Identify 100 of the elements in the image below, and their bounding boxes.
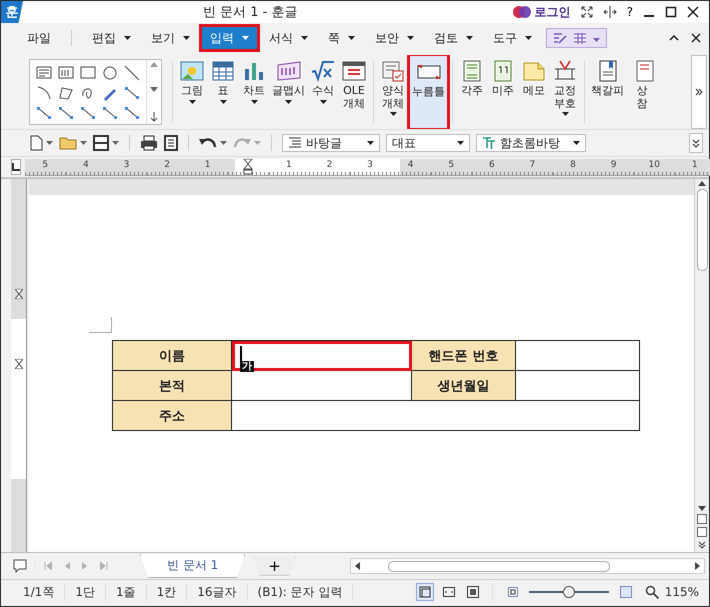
ribbon-button[interactable]: 그림 (177, 55, 207, 129)
shape-tool-icon[interactable] (57, 104, 75, 122)
style-dropdown[interactable]: 바탕글 (282, 134, 380, 152)
indent-marker-icon (14, 359, 22, 369)
input-cell[interactable] (516, 340, 640, 370)
shape-tool-icon[interactable] (35, 104, 53, 122)
menu-tab[interactable]: 검토 (426, 27, 481, 49)
indent-marker-icon[interactable] (243, 158, 254, 174)
menu-tab[interactable]: 파일 (19, 27, 59, 49)
shape-tool-icon[interactable] (79, 104, 97, 122)
ribbon-button[interactable]: 교정 부호 (550, 55, 580, 129)
menu-tab[interactable]: 서식 (261, 27, 316, 49)
scroll-right-icon[interactable] (695, 562, 700, 570)
paragraph-lines-icon (288, 137, 302, 149)
view-mode-button[interactable] (416, 583, 434, 601)
input-cell[interactable] (232, 400, 640, 430)
shape-tool-icon[interactable] (123, 84, 141, 102)
caret-icon (457, 141, 464, 145)
page-view-icon (466, 585, 480, 599)
help-button[interactable]: ? (626, 5, 633, 19)
status-text: 16글자 (187, 584, 248, 600)
ribbon-button[interactable]: OLE 개체 (339, 55, 369, 129)
ribbon-button[interactable]: 차트 (239, 55, 269, 129)
scrollbar-thumb[interactable] (388, 560, 610, 572)
expand-down-icon[interactable] (150, 112, 158, 122)
login-button[interactable]: 로그인 (512, 4, 571, 20)
outline-dropdown[interactable]: 대표 (386, 134, 470, 152)
add-tab-button[interactable]: + (253, 556, 296, 576)
scrollbar-thumb[interactable] (696, 189, 708, 271)
ribbon-button[interactable]: 표 (208, 55, 238, 129)
zoom-percent: 115% (664, 585, 700, 599)
page-icon[interactable] (697, 527, 707, 537)
ribbon-button[interactable]: 각주 (457, 55, 487, 129)
undo-icon[interactable] (199, 136, 217, 150)
menu-tab[interactable]: 입력 (202, 27, 257, 49)
menu-tab[interactable]: 보안 (367, 27, 422, 49)
maximize-icon[interactable] (665, 6, 677, 18)
page-down-icon[interactable] (697, 540, 707, 550)
ole-icon (341, 59, 367, 83)
new-document-icon[interactable] (29, 135, 43, 151)
document-tab[interactable]: 빈 문서 1 (140, 554, 246, 578)
shape-tool-icon[interactable] (101, 104, 119, 122)
ribbon-button[interactable]: 미주 (488, 55, 518, 129)
field-label: 핸드폰 번호 (428, 348, 498, 364)
memo-icon[interactable] (13, 559, 27, 573)
zoom-slider-thumb[interactable] (562, 586, 575, 598)
scroll-up-icon[interactable] (698, 181, 706, 186)
ruler-number: 8 (552, 158, 594, 174)
menu-tab[interactable]: 보기 (143, 27, 198, 49)
ribbon-button[interactable]: 글맵시 (270, 55, 307, 129)
vertical-scrollbar[interactable] (694, 179, 709, 552)
horizontal-scrollbar[interactable] (350, 558, 705, 574)
collapse-icon[interactable] (669, 33, 679, 41)
save-icon[interactable] (93, 135, 109, 151)
page-view-icon (418, 585, 432, 599)
tab-stop-button[interactable] (11, 159, 21, 175)
indent-marker-icon (14, 289, 22, 299)
ribbon-button[interactable]: 수식 (308, 55, 338, 129)
double-chevron-down-icon (692, 138, 700, 148)
font-icon (482, 137, 496, 149)
close-icon[interactable] (691, 33, 701, 43)
ruler-number: 2 (146, 158, 188, 174)
scroll-left-icon[interactable] (355, 562, 360, 570)
pen-lines-icon[interactable] (553, 32, 567, 44)
field-label: 이름 (159, 348, 185, 364)
ribbon-button[interactable]: 메모 (519, 55, 549, 129)
ribbon-button[interactable]: 책갈피 (589, 55, 626, 129)
menu-tab[interactable]: 쪽 (320, 27, 363, 49)
search-icon[interactable] (644, 585, 659, 599)
preview-icon[interactable] (164, 135, 178, 151)
shape-tool-icon[interactable] (35, 84, 53, 102)
fullscreen-icon[interactable] (580, 6, 593, 18)
scroll-down-icon[interactable] (698, 506, 706, 511)
horizontal-ruler[interactable]: 5 4 3 2 1 1 2 3 4 5 6 7 8 9 10 1 (25, 158, 710, 176)
ime-indicator: 가 (240, 361, 254, 372)
menu-tab[interactable]: 편집 (84, 27, 139, 49)
scroll-down-icon[interactable] (150, 87, 158, 92)
print-icon[interactable] (140, 135, 158, 151)
ribbon-button[interactable]: 상 참 (627, 55, 657, 129)
zoom-in-icon[interactable] (618, 585, 633, 599)
page-up-icon[interactable] (697, 514, 707, 524)
toolbar-more-button[interactable] (689, 133, 703, 153)
shape-tool-icon[interactable] (123, 64, 141, 82)
menu-tab[interactable]: 도구 (485, 27, 540, 49)
input-cell[interactable] (232, 370, 412, 400)
input-cell[interactable] (516, 370, 640, 400)
shape-tool-icon[interactable] (123, 104, 141, 122)
shape-tool-icon[interactable] (101, 64, 119, 82)
ribbon-button[interactable]: 누름틀 (409, 55, 448, 129)
grid-icon[interactable] (573, 32, 587, 44)
zoom-out-icon[interactable] (506, 586, 519, 598)
status-text: 1칸 (146, 584, 188, 600)
input-cell[interactable]: 가 (232, 340, 412, 370)
folder-icon[interactable] (59, 136, 77, 150)
document-page[interactable]: 이름 가 핸드폰 번호 본적 생년월일 주소 (29, 195, 694, 552)
font-dropdown[interactable]: 함초롬바탕 (476, 134, 586, 152)
split-icon[interactable] (602, 6, 617, 18)
close-icon[interactable] (687, 6, 699, 18)
ruler-number: 2 (309, 158, 350, 174)
app-logo[interactable]: 훈 (1, 1, 23, 23)
